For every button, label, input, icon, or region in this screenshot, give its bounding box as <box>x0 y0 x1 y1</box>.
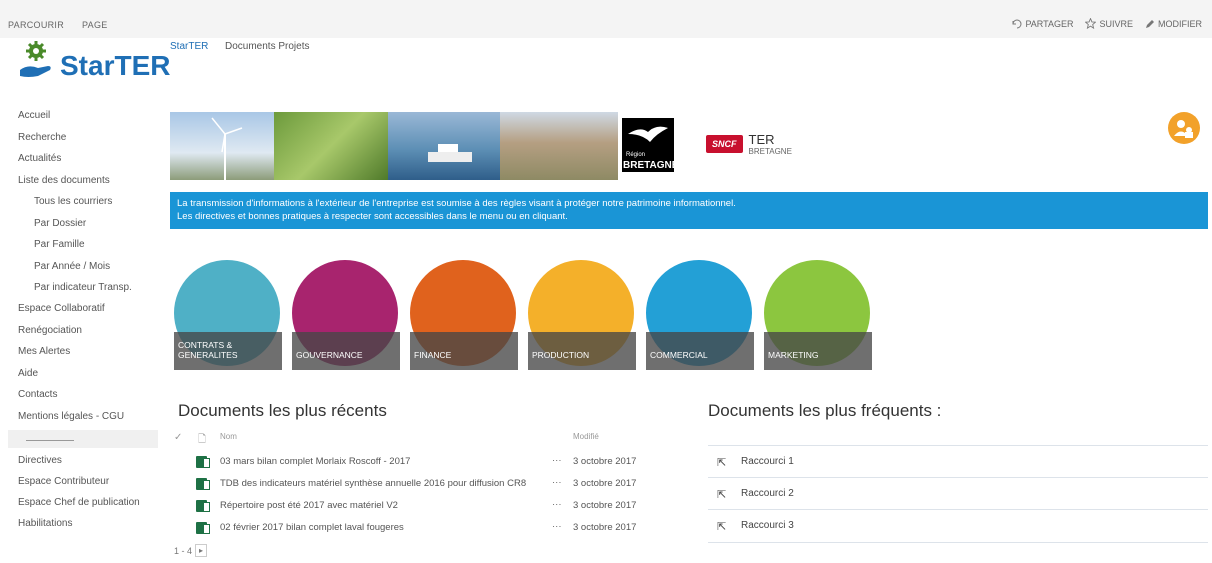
document-link[interactable]: Répertoire post été 2017 avec matériel V… <box>220 500 398 511</box>
site-logo[interactable]: StarTER <box>18 38 170 82</box>
nav-subitem-dossier[interactable]: Par Dossier <box>34 218 86 229</box>
modified-date: 3 octobre 2017 <box>573 500 637 511</box>
external-link-icon: ⇱ <box>717 489 727 501</box>
info-banner[interactable]: La transmission d'informations à l'extér… <box>170 192 1208 229</box>
nav-item-aide[interactable]: Aide <box>18 368 38 379</box>
tile-commercial[interactable]: COMMERCIAL <box>646 260 754 370</box>
tile-contrats[interactable]: CONTRATS & GENERALITES <box>174 260 282 370</box>
external-link-icon: ⇱ <box>717 521 727 533</box>
star-icon <box>1085 18 1097 29</box>
external-link-icon: ⇱ <box>717 457 727 469</box>
header-banner: Région BRETAGNE <box>170 112 678 180</box>
more-options-button[interactable]: ··· <box>552 521 562 532</box>
nav-item-habilitations[interactable]: Habilitations <box>18 518 72 529</box>
document-link[interactable]: 02 février 2017 bilan complet laval foug… <box>220 522 404 533</box>
sncf-ter-logo: SNCF TER BRETAGNE <box>706 132 792 156</box>
pencil-icon <box>1146 19 1154 28</box>
top-actions: PARTAGER SUIVRE MODIFIER <box>1012 18 1202 29</box>
top-bar: PARCOURIR PAGE PARTAGER SUIVRE MODIFIER <box>0 0 1212 38</box>
page-tab[interactable]: PAGE <box>82 20 108 30</box>
edit-button[interactable]: MODIFIER <box>1145 18 1202 29</box>
forest-image <box>274 112 388 180</box>
document-link[interactable]: TDB des indicateurs matériel synthèse an… <box>220 478 526 489</box>
pagination: 1 - 4 ▸ <box>174 544 208 557</box>
share-button[interactable]: PARTAGER <box>1012 18 1073 29</box>
nav-item-chef-publication[interactable]: Espace Chef de publication <box>18 497 140 508</box>
shortcut-item[interactable]: ⇱ Raccourci 1 <box>708 445 1208 477</box>
user-avatar[interactable] <box>1168 112 1200 144</box>
page-range: 1 - 4 <box>174 545 193 556</box>
shortcut-item[interactable]: ⇱ Raccourci 2 <box>708 477 1208 509</box>
chateau-image <box>500 112 618 180</box>
modified-date: 3 octobre 2017 <box>573 522 637 533</box>
nav-item-recherche[interactable]: Recherche <box>18 132 66 143</box>
nav-item-directives[interactable]: Directives <box>18 455 62 466</box>
excel-file-icon <box>196 478 210 490</box>
nav-subitem-annee-mois[interactable]: Par Année / Mois <box>34 261 110 272</box>
nav-separator <box>8 430 158 448</box>
select-all-checkmark-icon[interactable]: ✓ <box>174 432 182 443</box>
info-line-1: La transmission d'informations à l'extér… <box>177 198 736 209</box>
share-icon <box>1012 19 1022 28</box>
region-bretagne-logo: Région BRETAGNE <box>618 112 678 180</box>
bird-icon <box>628 126 668 142</box>
modified-date: 3 octobre 2017 <box>573 456 637 467</box>
nav-item-contributeur[interactable]: Espace Contributeur <box>18 476 109 487</box>
boat-image <box>388 112 500 180</box>
nav-item-liste-documents[interactable]: Liste des documents <box>18 175 110 186</box>
column-modified-header[interactable]: Modifié <box>573 432 599 441</box>
nav-subitem-famille[interactable]: Par Famille <box>34 239 85 250</box>
nav-item-espace-collaboratif[interactable]: Espace Collaboratif <box>18 303 105 314</box>
gear-hand-logo-icon <box>20 41 51 77</box>
table-row[interactable]: 03 mars bilan complet Morlaix Roscoff - … <box>178 452 648 474</box>
nav-item-accueil[interactable]: Accueil <box>18 110 50 121</box>
document-link[interactable]: 03 mars bilan complet Morlaix Roscoff - … <box>220 456 410 467</box>
browse-tab[interactable]: PARCOURIR <box>8 20 64 30</box>
frequent-docs-title: Documents les plus fréquents : <box>708 401 942 420</box>
sncf-badge: SNCF <box>706 135 743 153</box>
nav-subitem-indicateur[interactable]: Par indicateur Transp. <box>34 282 132 293</box>
shortcut-label[interactable]: Raccourci 3 <box>741 520 794 531</box>
more-options-button[interactable]: ··· <box>552 477 562 488</box>
recent-docs-title: Documents les plus récents <box>178 401 387 420</box>
nav-item-alertes[interactable]: Mes Alertes <box>18 346 70 357</box>
user-group-icon <box>1174 120 1193 138</box>
shortcut-label[interactable]: Raccourci 2 <box>741 488 794 499</box>
follow-button[interactable]: SUIVRE <box>1085 18 1133 29</box>
excel-file-icon <box>196 456 210 468</box>
nav-item-renegociation[interactable]: Renégociation <box>18 325 82 336</box>
nav-item-contacts[interactable]: Contacts <box>18 389 57 400</box>
divider <box>708 542 1208 543</box>
document-type-icon: 🗋 <box>198 434 207 445</box>
modified-date: 3 octobre 2017 <box>573 478 637 489</box>
table-row[interactable]: Répertoire post été 2017 avec matériel V… <box>178 496 648 518</box>
shortcut-label[interactable]: Raccourci 1 <box>741 456 794 467</box>
excel-file-icon <box>196 522 210 534</box>
breadcrumb-page: Documents Projets <box>225 41 310 52</box>
tile-production[interactable]: PRODUCTION <box>528 260 636 370</box>
nav-item-mentions[interactable]: Mentions légales - CGU <box>18 411 124 422</box>
table-row[interactable]: TDB des indicateurs matériel synthèse an… <box>178 474 648 496</box>
info-line-2: Les directives et bonnes pratiques à res… <box>177 211 568 222</box>
tile-gouvernance[interactable]: GOUVERNANCE <box>292 260 400 370</box>
tile-finance[interactable]: FINANCE <box>410 260 518 370</box>
column-name-header[interactable]: Nom <box>220 432 237 441</box>
more-options-button[interactable]: ··· <box>552 499 562 510</box>
table-row[interactable]: 02 février 2017 bilan complet laval foug… <box>178 518 648 540</box>
tile-marketing[interactable]: MARKETING <box>764 260 872 370</box>
excel-file-icon <box>196 500 210 512</box>
site-name: StarTER <box>60 50 171 81</box>
more-options-button[interactable]: ··· <box>552 455 562 466</box>
nav-item-actualites[interactable]: Actualités <box>18 153 61 164</box>
breadcrumb-site[interactable]: StarTER <box>170 41 208 52</box>
next-page-button[interactable]: ▸ <box>195 544 208 557</box>
nav-subitem-courriers[interactable]: Tous les courriers <box>34 196 112 207</box>
shortcut-item[interactable]: ⇱ Raccourci 3 <box>708 509 1208 541</box>
wind-turbine-image <box>170 112 274 180</box>
